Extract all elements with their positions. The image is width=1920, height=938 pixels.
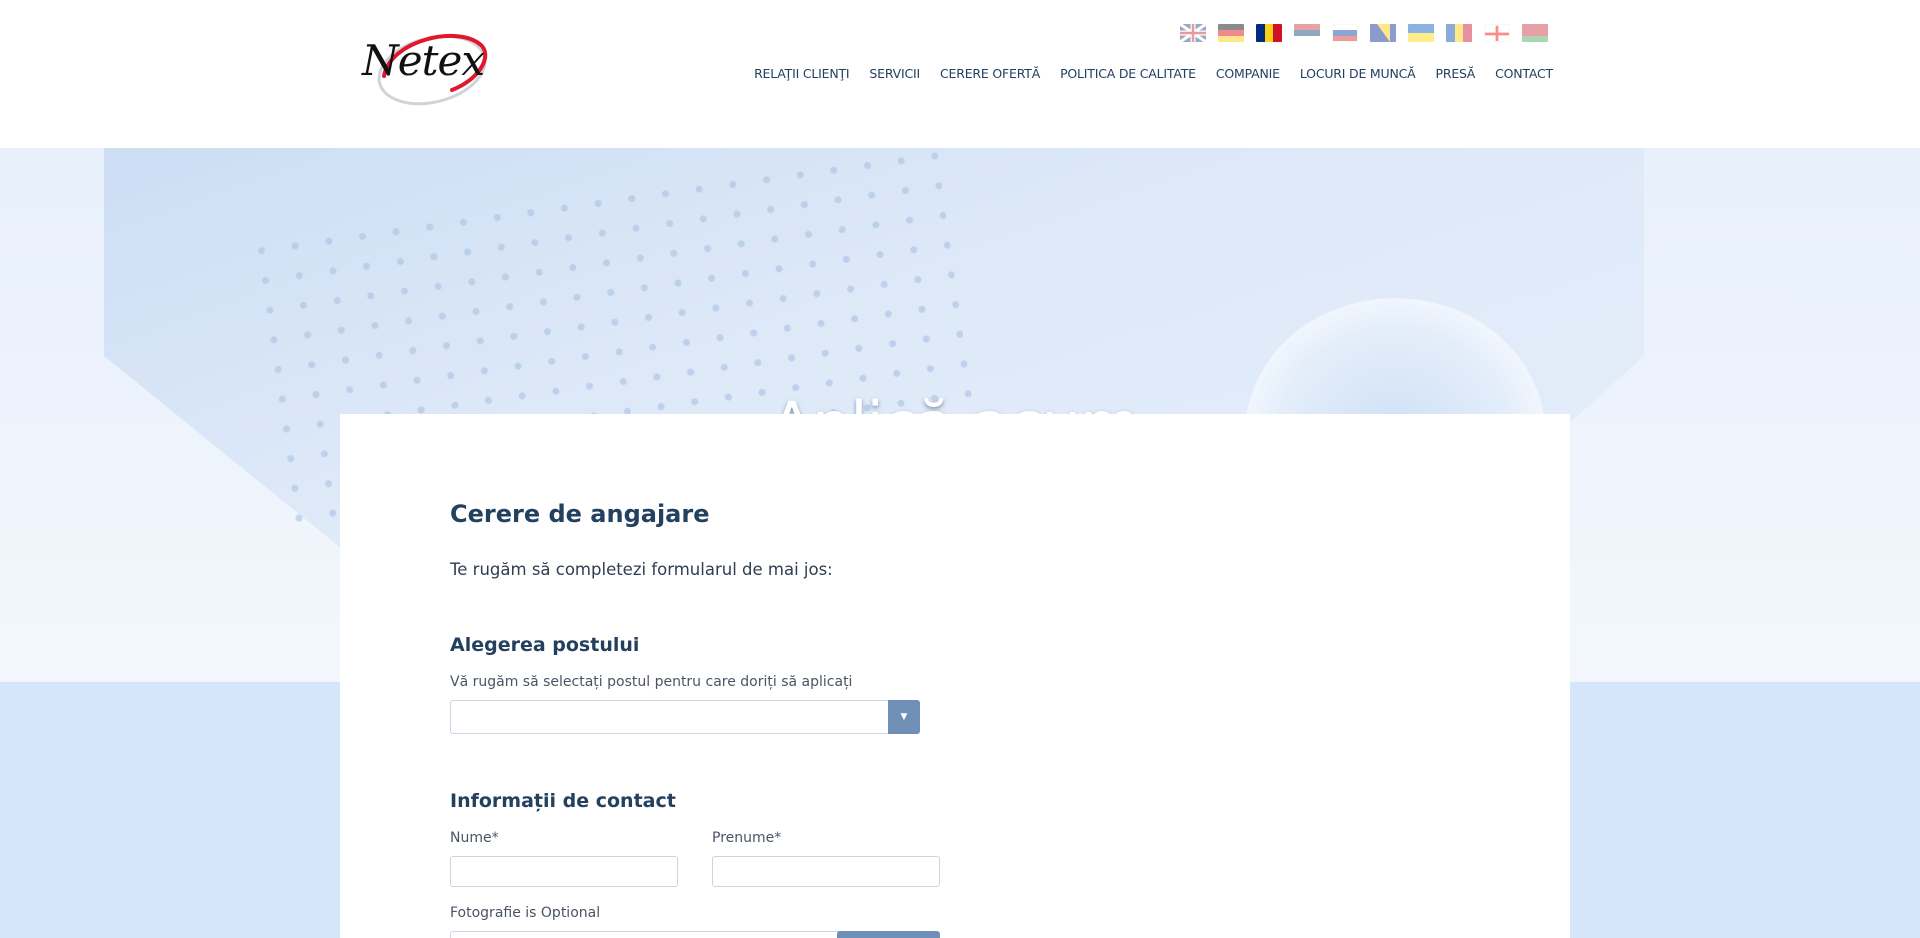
- logo-text: Netex: [362, 36, 485, 85]
- photo-upload-button[interactable]: [837, 931, 940, 938]
- moldovan-flag-icon[interactable]: [1446, 24, 1472, 42]
- serbian-flag-icon[interactable]: [1294, 24, 1320, 42]
- russian-flag-icon[interactable]: [1332, 24, 1358, 42]
- position-section-title: Alegerea postului: [450, 634, 640, 656]
- romanian-flag-icon[interactable]: [1256, 24, 1282, 42]
- language-switcher: [1180, 24, 1548, 42]
- nav-politica-de-calitate[interactable]: Politica de calitate: [1060, 66, 1196, 81]
- nav-presa[interactable]: Presă: [1436, 66, 1476, 81]
- application-form-card: Cerere de angajare Te rugăm să completez…: [340, 414, 1570, 938]
- last-name-input[interactable]: [450, 856, 678, 887]
- last-name-label: Nume*: [450, 830, 499, 846]
- photo-label: Fotografie is Optional: [450, 905, 601, 921]
- chevron-down-icon[interactable]: ▼: [888, 700, 920, 734]
- first-name-label: Prenume*: [712, 830, 782, 846]
- position-label: Vă rugăm să selectați postul pentru care…: [450, 674, 853, 690]
- first-name-input[interactable]: [712, 856, 940, 887]
- site-header: Netex Relaţii clienţi Servicii Cerere of…: [0, 0, 1920, 148]
- position-select[interactable]: ▼: [450, 700, 920, 734]
- nav-locuri-de-munca[interactable]: Locuri de muncă: [1300, 66, 1416, 81]
- photo-file-input[interactable]: [450, 931, 840, 938]
- german-flag-icon[interactable]: [1218, 24, 1244, 42]
- form-title: Cerere de angajare: [450, 500, 710, 528]
- netex-logo[interactable]: Netex: [360, 26, 490, 120]
- nav-relatii-clienti[interactable]: Relaţii clienţi: [754, 66, 850, 81]
- main-nav: Relaţii clienţi Servicii Cerere ofertă P…: [754, 66, 1553, 81]
- nav-companie[interactable]: Companie: [1216, 66, 1280, 81]
- belarusian-flag-icon[interactable]: [1522, 24, 1548, 42]
- nav-cerere-oferta[interactable]: Cerere ofertă: [940, 66, 1040, 81]
- nav-contact[interactable]: Contact: [1495, 66, 1553, 81]
- contact-section-title: Informații de contact: [450, 790, 676, 812]
- georgian-flag-icon[interactable]: [1484, 24, 1510, 42]
- ukrainian-flag-icon[interactable]: [1408, 24, 1434, 42]
- nav-servicii[interactable]: Servicii: [869, 66, 920, 81]
- form-intro: Te rugăm să completezi formularul de mai…: [450, 560, 833, 579]
- english-flag-icon[interactable]: [1180, 24, 1206, 42]
- bosnian-flag-icon[interactable]: [1370, 24, 1396, 42]
